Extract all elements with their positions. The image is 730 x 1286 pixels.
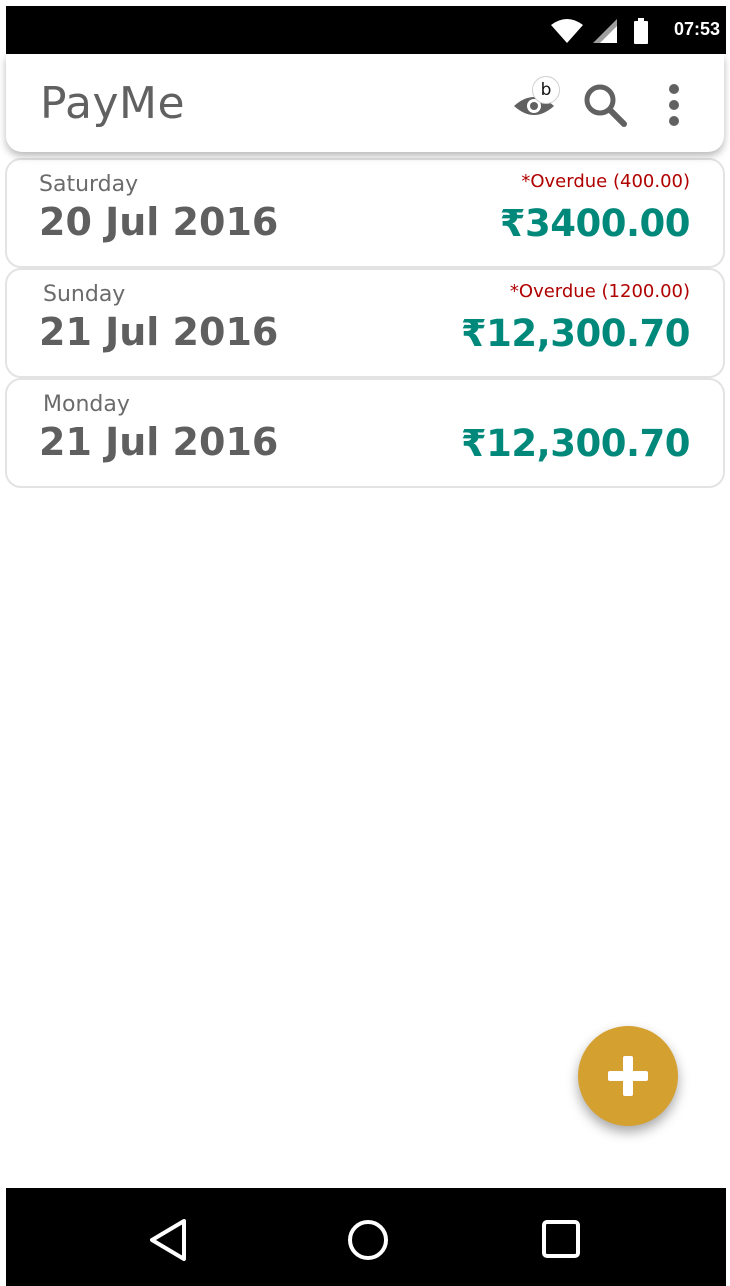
entry-amount: ₹12,300.70 xyxy=(460,422,691,465)
entry-date: 21 Jul 2016 xyxy=(39,420,279,464)
entry-date: 20 Jul 2016 xyxy=(39,200,279,244)
more-options-button[interactable] xyxy=(664,82,684,128)
list-item[interactable]: Saturday 20 Jul 2016 *Overdue (400.00) ₹… xyxy=(5,158,725,268)
list-item[interactable]: Monday 21 Jul 2016 ₹12,300.70 xyxy=(5,378,725,488)
entry-amount: ₹12,300.70 xyxy=(460,312,691,355)
entries-list: Saturday 20 Jul 2016 *Overdue (400.00) ₹… xyxy=(5,158,725,488)
status-time: 07:53 xyxy=(673,19,720,39)
cell-signal-icon xyxy=(593,19,617,43)
entry-amount: ₹3400.00 xyxy=(499,202,691,245)
navigation-bar xyxy=(6,1188,726,1286)
back-icon xyxy=(150,1219,186,1261)
app-title: PayMe xyxy=(40,78,186,129)
plus-icon xyxy=(608,1056,648,1096)
entry-overdue: *Overdue (400.00) xyxy=(521,171,690,192)
battery-icon xyxy=(634,18,648,44)
back-button[interactable] xyxy=(148,1218,188,1266)
add-entry-button[interactable] xyxy=(578,1026,678,1126)
recents-icon xyxy=(542,1220,580,1258)
entry-overdue: *Overdue (1200.00) xyxy=(509,281,690,302)
entry-date: 21 Jul 2016 xyxy=(39,310,279,354)
wifi-icon xyxy=(551,19,583,43)
entry-day: Saturday xyxy=(39,172,139,197)
eye-button[interactable]: b xyxy=(512,76,560,124)
list-item[interactable]: Sunday 21 Jul 2016 *Overdue (1200.00) ₹1… xyxy=(5,268,725,378)
app-bar: PayMe b xyxy=(6,54,724,152)
entry-day: Monday xyxy=(43,392,130,417)
search-button[interactable] xyxy=(582,82,628,128)
home-button[interactable] xyxy=(346,1218,390,1266)
more-vert-icon xyxy=(669,84,679,126)
badge: b xyxy=(532,76,560,104)
search-icon xyxy=(584,84,627,127)
status-bar: 07:53 xyxy=(6,6,726,54)
entry-day: Sunday xyxy=(43,282,126,307)
home-icon xyxy=(348,1220,388,1260)
recents-button[interactable] xyxy=(540,1218,582,1264)
